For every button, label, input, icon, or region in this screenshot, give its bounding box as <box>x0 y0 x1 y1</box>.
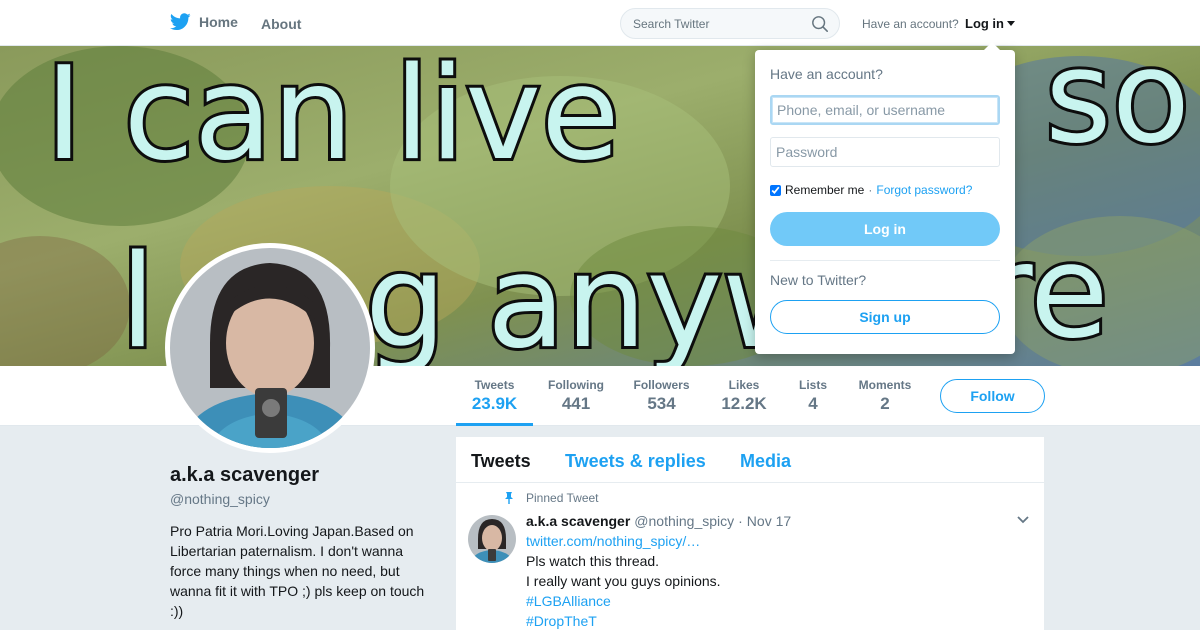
login-dropdown: Have an account? Remember me · Forgot pa… <box>755 42 1015 354</box>
stat-value: 441 <box>561 394 591 413</box>
new-to-twitter-text: New to Twitter? <box>770 272 867 288</box>
stat-likes[interactable]: Likes 12.2K <box>716 366 772 426</box>
password-field[interactable] <box>770 137 1000 167</box>
search-box <box>620 8 840 39</box>
tab-tweets-replies[interactable]: Tweets & replies <box>565 451 706 472</box>
login-dropdown-toggle[interactable]: Log in <box>965 16 1015 31</box>
stat-moments[interactable]: Moments 2 <box>854 366 916 426</box>
stat-label: Following <box>548 378 604 392</box>
stat-tweets[interactable]: Tweets 23.9K <box>456 366 533 426</box>
stat-value: 23.9K <box>471 394 518 413</box>
profile-handle[interactable]: @nothing_spicy <box>170 491 270 507</box>
nav-about-link[interactable]: About <box>261 16 301 32</box>
pin-icon <box>505 492 513 504</box>
stat-label: Tweets <box>474 378 515 392</box>
stat-label: Lists <box>798 378 827 392</box>
profile-avatar[interactable] <box>165 243 375 453</box>
search-input[interactable] <box>621 9 801 38</box>
stat-value: 534 <box>647 394 676 413</box>
tab-media[interactable]: Media <box>740 451 791 472</box>
stat-value: 4 <box>808 394 818 413</box>
stat-followers[interactable]: Followers 534 <box>630 366 693 426</box>
banner-text-line1-right: so <box>1045 46 1190 172</box>
signup-button[interactable]: Sign up <box>770 300 1000 334</box>
stat-value: 2 <box>880 394 890 413</box>
profile-bio: Pro Patria Mori.Loving Japan.Based on Li… <box>170 523 425 619</box>
stat-label: Moments <box>858 378 912 392</box>
remember-me-label[interactable]: Remember me <box>785 183 864 197</box>
tweet-author-name[interactable]: a.k.a scavenger <box>526 511 630 531</box>
pinned-label: Pinned Tweet <box>526 491 599 505</box>
login-button[interactable]: Log in <box>770 212 1000 246</box>
login-link-label: Log in <box>965 16 1004 31</box>
tweet-content: a.k.a scavenger @nothing_spicy · Nov 17 … <box>526 511 1026 630</box>
top-navigation-bar: Home About Have an account? Log in <box>0 0 1200 46</box>
tweet-text-line: Pls watch this thread. <box>526 553 660 569</box>
tweet-text-line: I really want you guys opinions. <box>526 573 721 589</box>
timeline: Tweets Tweets & replies Media Pinned Twe… <box>456 437 1044 630</box>
stat-following[interactable]: Following 441 <box>545 366 607 426</box>
have-account-text: Have an account? <box>862 17 959 31</box>
remember-me-row: Remember me · Forgot password? <box>770 183 972 197</box>
nav-home-label: Home <box>199 14 238 30</box>
tweet-url-link[interactable]: twitter.com/nothing_spicy/… <box>526 531 1026 551</box>
chevron-down-icon[interactable] <box>1016 515 1030 525</box>
tweet-author-handle[interactable]: @nothing_spicy <box>634 511 734 531</box>
stat-label: Likes <box>728 378 760 392</box>
stat-label: Followers <box>633 378 690 392</box>
forgot-password-link[interactable]: Forgot password? <box>876 183 972 197</box>
banner-text-line2-left: l <box>120 228 156 366</box>
stat-lists[interactable]: Lists 4 <box>794 366 832 426</box>
twitter-bird-icon <box>170 13 191 31</box>
tweet-avatar-photo <box>468 515 516 563</box>
nav-home-link[interactable]: Home <box>170 13 238 31</box>
remember-separator: · <box>868 183 873 197</box>
stat-value: 12.2K <box>721 394 767 413</box>
pinned-tweet-context: Pinned Tweet <box>502 491 599 505</box>
banner-text-line1: I can live <box>45 46 620 189</box>
tweet-hashtag[interactable]: #DropTheT <box>526 611 1026 630</box>
tweet-timestamp[interactable]: Nov 17 <box>747 511 791 531</box>
tweet-avatar[interactable] <box>468 515 516 563</box>
dropdown-divider <box>770 260 1000 261</box>
caret-down-icon <box>1007 21 1015 26</box>
remember-me-checkbox[interactable] <box>770 184 781 196</box>
tweet-dot-separator: · <box>738 513 743 529</box>
login-dropdown-title: Have an account? <box>770 66 883 82</box>
tweet-hashtag[interactable]: #LGBAlliance <box>526 591 1026 611</box>
avatar-photo <box>170 248 370 448</box>
tweet-header: a.k.a scavenger @nothing_spicy · Nov 17 <box>526 511 1026 531</box>
username-field[interactable] <box>770 95 1000 125</box>
follow-button[interactable]: Follow <box>940 379 1045 413</box>
profile-name[interactable]: a.k.a scavenger <box>170 464 319 487</box>
timeline-tabs: Tweets Tweets & replies Media <box>456 437 1044 483</box>
search-icon[interactable] <box>811 15 829 33</box>
tab-tweets[interactable]: Tweets <box>471 451 531 472</box>
